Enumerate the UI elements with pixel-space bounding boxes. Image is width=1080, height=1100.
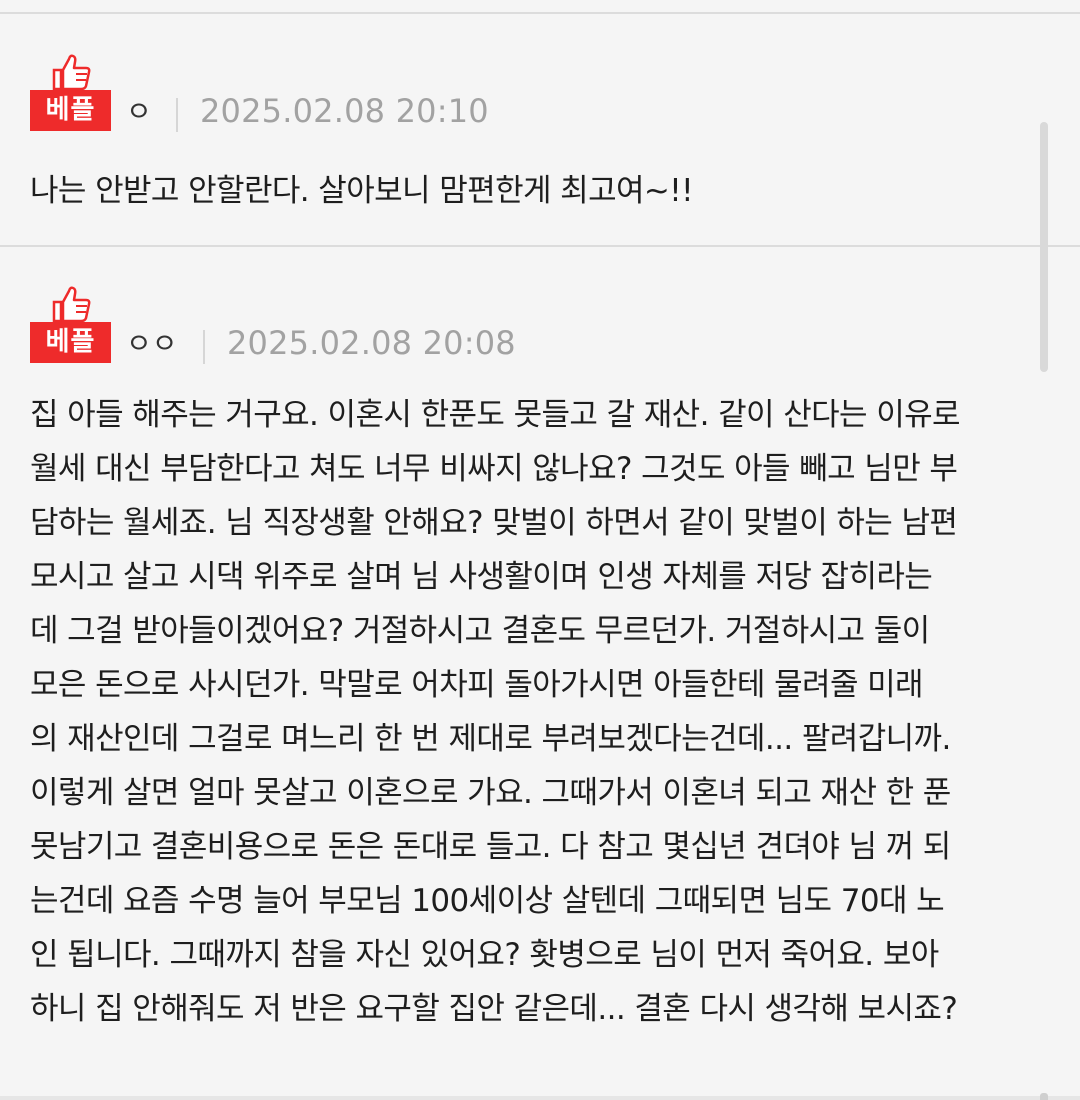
- comment-date: 2025.02.08 20:08: [227, 324, 516, 362]
- best-reply-badge: 베플: [30, 286, 111, 364]
- comment-divider: [0, 245, 1080, 247]
- author-nickname[interactable]: ㅇ: [126, 94, 152, 130]
- comment-body: 집 아들 해주는 거구요. 이혼시 한푼도 못들고 갈 재산. 같이 산다는 이…: [30, 388, 1055, 1036]
- best-badge-label: 베플: [30, 90, 111, 131]
- bottom-divider: [0, 1096, 1080, 1100]
- comment-text-line: 하니 집 안해줘도 저 반은 요구할 집안 같은데... 결혼 다시 생각해 보…: [30, 991, 958, 1027]
- comment-text-line: 모은 돈으로 사시던가. 막말로 어차피 돌아가시면 아들한테 물려줄 미래: [30, 667, 924, 703]
- scrollbar-thumb-next: [1040, 1093, 1048, 1100]
- scrollbar-thumb[interactable]: [1040, 122, 1048, 372]
- comment-text-line: 인 됩니다. 그때까지 참을 자신 있어요? 홧병으로 님이 먼저 죽어요. 보…: [30, 937, 939, 973]
- author-nickname[interactable]: ㅇㅇ: [126, 326, 178, 362]
- best-reply-badge: 베플: [30, 54, 111, 132]
- comment-body: 나는 안받고 안할란다. 살아보니 맘편한게 최고여~!!: [30, 164, 1055, 218]
- comment-text-line: 월세 대신 부담한다고 쳐도 너무 비싸지 않나요? 그것도 아들 빼고 님만 …: [30, 451, 958, 487]
- comment-header: 베플 ㅇㅇ 2025.02.08 20:08: [30, 286, 1030, 366]
- thumbs-up-icon: [52, 286, 91, 322]
- comment-item: 베플 ㅇ 2025.02.08 20:10 나는 안받고 안할란다. 살아보니 …: [0, 14, 1080, 246]
- comment-text-line: 의 재산인데 그걸로 며느리 한 번 제대로 부려보겠다는건데... 팔려갑니까…: [30, 721, 951, 757]
- comment-text-line: 집 아들 해주는 거구요. 이혼시 한푼도 못들고 갈 재산. 같이 산다는 이…: [30, 397, 961, 433]
- thumbs-up-icon: [52, 54, 91, 90]
- comment-text-line: 모시고 살고 시댁 위주로 살며 님 사생활이며 인생 자체를 저당 잡히라는: [30, 559, 933, 595]
- comment-header: 베플 ㅇ 2025.02.08 20:10: [30, 54, 1030, 134]
- header-separator: [176, 98, 178, 132]
- best-badge-label: 베플: [30, 322, 111, 363]
- comment-text-line: 데 그걸 받아들이겠어요? 거절하시고 결혼도 무르던가. 거절하시고 둘이: [30, 613, 930, 649]
- comment-date: 2025.02.08 20:10: [200, 92, 489, 130]
- comment-text-line: 담하는 월세죠. 님 직장생활 안해요? 맞벌이 하면서 같이 맞벌이 하는 남…: [30, 505, 958, 541]
- comment-text-line: 못남기고 결혼비용으로 돈은 돈대로 들고. 다 참고 몇십년 견뎌야 님 꺼 …: [30, 829, 951, 865]
- comment-item: 베플 ㅇㅇ 2025.02.08 20:08 집 아들 해주는 거구요. 이혼시…: [0, 248, 1080, 1100]
- header-separator: [203, 330, 205, 364]
- comment-text-line: 나는 안받고 안할란다. 살아보니 맘편한게 최고여~!!: [30, 173, 694, 209]
- comment-text-line: 는건데 요즘 수명 늘어 부모님 100세이상 살텐데 그때되면 님도 70대 …: [30, 883, 945, 919]
- comment-text-line: 이렇게 살면 얼마 못살고 이혼으로 가요. 그때가서 이혼녀 되고 재산 한 …: [30, 775, 951, 811]
- comment-list: 베플 ㅇ 2025.02.08 20:10 나는 안받고 안할란다. 살아보니 …: [0, 0, 1080, 1100]
